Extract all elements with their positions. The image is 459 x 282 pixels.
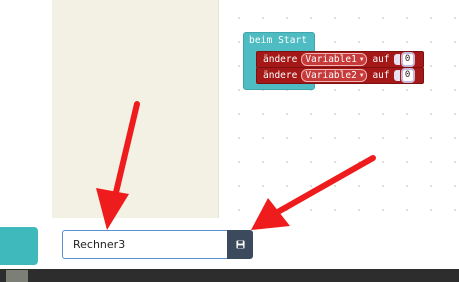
save-icon bbox=[235, 240, 245, 249]
variable-name: Variable2 bbox=[305, 70, 357, 81]
dropdown-arrow-icon: ▼ bbox=[359, 72, 364, 79]
on-start-label: beim Start bbox=[249, 35, 308, 46]
value-number[interactable]: 0 bbox=[400, 52, 415, 67]
toolbox-flyout bbox=[52, 0, 219, 218]
value-connector bbox=[393, 54, 400, 65]
download-button[interactable] bbox=[0, 227, 38, 265]
variable-dropdown[interactable]: Variable1 ▼ bbox=[301, 53, 368, 66]
variable-name: Variable1 bbox=[305, 54, 357, 65]
variable-dropdown[interactable]: Variable2 ▼ bbox=[301, 69, 368, 82]
value-number[interactable]: 0 bbox=[400, 68, 415, 83]
status-bar bbox=[0, 269, 459, 282]
dropdown-arrow-icon: ▼ bbox=[359, 56, 364, 63]
set-variable-block[interactable]: ändere Variable1 ▼ auf 0 bbox=[256, 51, 424, 68]
set-keyword: ändere bbox=[263, 54, 298, 65]
makecode-editor: beim Start ändere Variable1 ▼ auf 0 ände… bbox=[0, 0, 459, 282]
to-label: auf bbox=[372, 54, 390, 65]
set-variable-block[interactable]: ändere Variable2 ▼ auf 0 bbox=[256, 67, 424, 84]
value-connector bbox=[393, 70, 400, 81]
value-slot[interactable]: 0 bbox=[393, 52, 415, 67]
thumbnail bbox=[6, 270, 28, 282]
value-slot[interactable]: 0 bbox=[393, 68, 415, 83]
set-keyword: ändere bbox=[263, 70, 298, 81]
save-button[interactable] bbox=[227, 230, 253, 259]
to-label: auf bbox=[372, 70, 390, 81]
project-name-input[interactable] bbox=[62, 230, 227, 259]
